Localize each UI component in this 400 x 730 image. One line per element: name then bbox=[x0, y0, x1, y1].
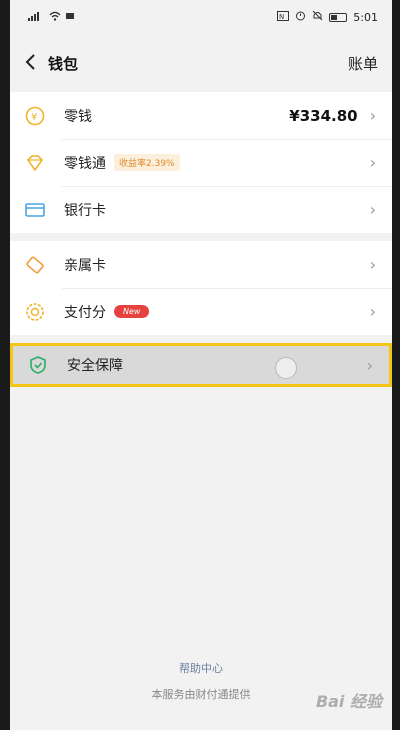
row-security[interactable]: 安全保障 › bbox=[10, 343, 392, 387]
row-label: 安全保障 bbox=[67, 358, 123, 374]
new-badge: New bbox=[114, 305, 150, 318]
page-title: 钱包 bbox=[48, 54, 79, 73]
watermark: Bai 经验 bbox=[315, 692, 382, 711]
chevron-right-icon: › bbox=[369, 153, 376, 172]
group-security: 安全保障 › bbox=[10, 343, 392, 387]
balance-value: ¥334.80 bbox=[289, 106, 358, 125]
chevron-left-icon bbox=[25, 53, 35, 70]
wifi-icon bbox=[49, 11, 61, 24]
chevron-right-icon: › bbox=[369, 302, 376, 321]
chevron-right-icon: › bbox=[369, 106, 376, 125]
row-pay-score[interactable]: 支付分 New › bbox=[10, 288, 392, 335]
shield-icon bbox=[27, 354, 49, 376]
row-lingqiantong[interactable]: 零钱通 收益率2.39% › bbox=[10, 139, 392, 186]
group-balance: ¥ 零钱 ¥334.80 › 零钱通 收益率2.39% › 银行卡 › bbox=[10, 92, 392, 233]
mute-icon bbox=[312, 10, 323, 24]
status-right: N 5:01 bbox=[277, 10, 378, 24]
group-family: 亲属卡 › 支付分 New › bbox=[10, 241, 392, 335]
chevron-right-icon: › bbox=[369, 255, 376, 274]
yuan-coin-icon: ¥ bbox=[24, 105, 46, 127]
nfc-icon: N bbox=[277, 10, 290, 24]
status-bar: N 5:01 bbox=[10, 0, 392, 34]
row-change[interactable]: ¥ 零钱 ¥334.80 › bbox=[10, 92, 392, 139]
signal-icon bbox=[28, 11, 44, 24]
row-label: 亲属卡 bbox=[64, 257, 106, 274]
row-label: 银行卡 bbox=[64, 202, 106, 219]
svg-text:N: N bbox=[279, 13, 284, 21]
bill-button[interactable]: 账单 bbox=[348, 53, 378, 74]
family-card-icon bbox=[24, 254, 46, 276]
battery-mini-icon bbox=[66, 12, 75, 23]
chevron-right-icon: › bbox=[369, 200, 376, 219]
battery-icon bbox=[329, 12, 348, 22]
diamond-icon bbox=[24, 152, 46, 174]
chevron-right-icon: › bbox=[366, 355, 373, 375]
nav-left: 钱包 bbox=[24, 53, 78, 74]
tap-indicator bbox=[275, 357, 297, 379]
svg-text:¥: ¥ bbox=[31, 112, 37, 123]
row-family-card[interactable]: 亲属卡 › bbox=[10, 241, 392, 288]
nav-bar: 钱包 账单 bbox=[10, 34, 392, 92]
status-left bbox=[28, 11, 75, 24]
row-bank-card[interactable]: 银行卡 › bbox=[10, 186, 392, 233]
row-label: 零钱通 bbox=[64, 155, 106, 172]
phone-screen: N 5:01 钱包 账单 ¥ 零钱 ¥334.80 › 零钱通 收益率2.39%… bbox=[10, 0, 392, 730]
row-label: 零钱 bbox=[64, 108, 92, 125]
yield-tag: 收益率2.39% bbox=[114, 154, 180, 171]
alarm-icon bbox=[295, 10, 306, 24]
score-icon bbox=[24, 301, 46, 323]
back-button[interactable] bbox=[24, 53, 36, 74]
status-time: 5:01 bbox=[353, 10, 378, 24]
card-icon bbox=[24, 199, 46, 221]
help-center-link[interactable]: 帮助中心 bbox=[10, 660, 392, 676]
row-label: 支付分 bbox=[64, 304, 106, 321]
